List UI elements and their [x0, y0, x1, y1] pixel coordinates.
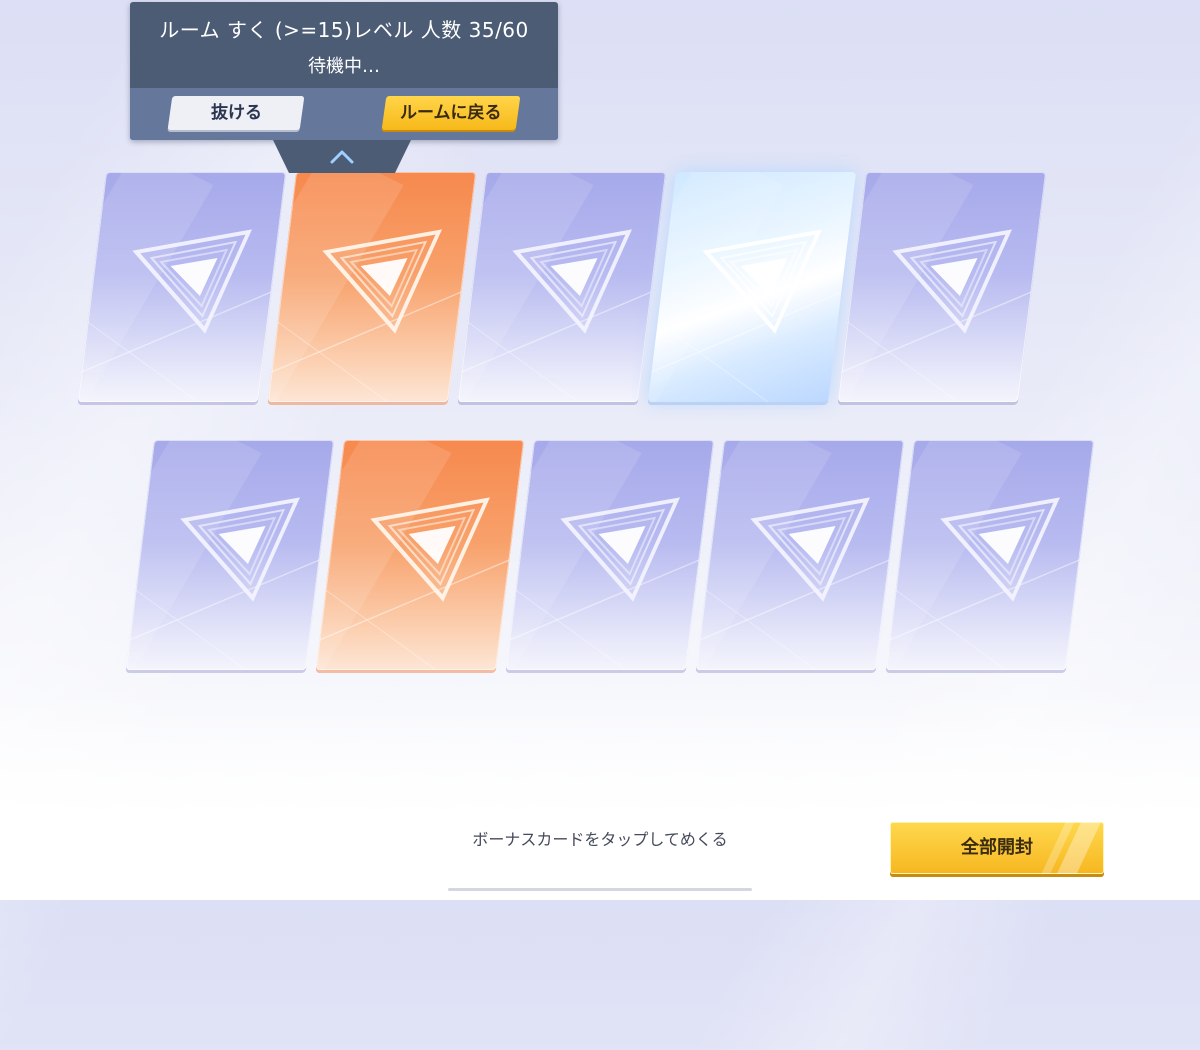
triangle-emblem-icon	[271, 229, 462, 402]
bonus-card-r2c2[interactable]	[315, 440, 525, 670]
bonus-card-r1c4[interactable]	[647, 172, 857, 402]
bonus-card-r1c5[interactable]	[837, 172, 1047, 402]
scroll-indicator	[448, 888, 752, 891]
triangle-emblem-icon	[651, 229, 842, 402]
bonus-card-r2c5[interactable]	[885, 440, 1095, 670]
triangle-emblem-icon	[841, 229, 1032, 402]
bonus-card-r1c3[interactable]	[457, 172, 667, 402]
room-status-panel: ルーム すく (>=15)レベル 人数 35/60 待機中… 抜ける ルームに戻…	[130, 2, 558, 140]
open-all-label: 全部開封	[961, 837, 1033, 858]
triangle-emblem-icon	[129, 497, 320, 670]
room-button-bar: 抜ける ルームに戻る	[130, 88, 558, 140]
panel-collapse-tab[interactable]	[273, 140, 411, 173]
room-status-text: 待機中…	[308, 56, 380, 77]
bonus-card-r2c1[interactable]	[125, 440, 335, 670]
triangle-emblem-icon	[81, 229, 272, 402]
triangle-emblem-icon	[889, 497, 1080, 670]
bonus-card-r1c1[interactable]	[77, 172, 287, 402]
bonus-card-r2c4[interactable]	[695, 440, 905, 670]
leave-button-label: 抜ける	[210, 103, 262, 123]
triangle-emblem-icon	[699, 497, 890, 670]
room-info-text: ルーム すく (>=15)レベル 人数 35/60	[159, 18, 529, 42]
triangle-emblem-icon	[319, 497, 510, 670]
bonus-card-r1c2[interactable]	[267, 172, 477, 402]
open-all-button[interactable]: 全部開封	[890, 822, 1104, 874]
return-to-room-label: ルームに戻る	[400, 103, 502, 123]
return-to-room-button[interactable]: ルームに戻る	[381, 96, 521, 130]
tap-instruction: ボーナスカードをタップしてめくる	[472, 830, 728, 849]
triangle-emblem-icon	[509, 497, 700, 670]
leave-button[interactable]: 抜ける	[167, 96, 305, 130]
bonus-card-r2c3[interactable]	[505, 440, 715, 670]
triangle-emblem-icon	[461, 229, 652, 402]
